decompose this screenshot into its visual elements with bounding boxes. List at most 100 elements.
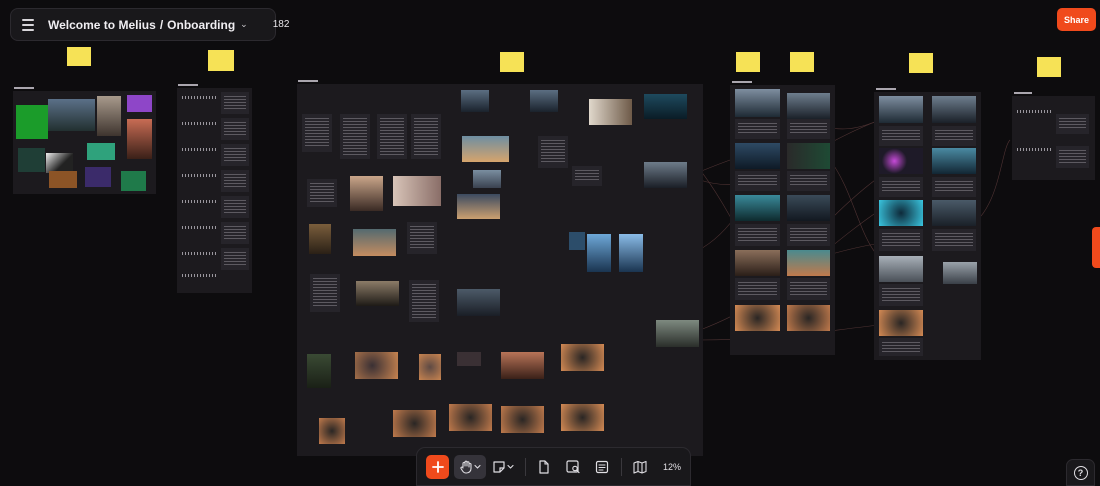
image-node[interactable] [644,162,687,188]
audio-waveform[interactable] [1017,110,1053,113]
image-node[interactable] [879,200,923,226]
map-tool-button[interactable] [628,455,652,479]
image-node[interactable] [87,143,115,160]
text-node[interactable] [879,177,923,197]
scenes-frame[interactable] [874,92,981,360]
text-node[interactable] [932,126,976,146]
image-node[interactable] [462,136,509,162]
breadcrumb-workspace[interactable]: Welcome to Melius [48,18,156,32]
document-tool-button[interactable] [532,455,556,479]
image-node[interactable] [97,96,121,136]
image-node[interactable] [419,354,441,380]
image-node[interactable] [501,406,544,433]
image-node[interactable] [353,229,396,256]
audio-frame[interactable] [1012,96,1095,180]
audio-waveform[interactable] [182,122,218,125]
image-node[interactable] [561,404,604,431]
image-node[interactable] [457,194,500,219]
audio-waveform[interactable] [182,174,218,177]
image-node[interactable] [735,195,780,221]
side-panel-tab[interactable] [1092,227,1100,268]
image-node[interactable] [449,404,492,431]
image-node[interactable] [943,262,977,284]
image-node[interactable] [18,148,45,172]
text-node[interactable] [572,166,602,186]
image-node[interactable] [457,289,500,316]
add-button[interactable] [426,454,449,479]
image-node[interactable] [589,99,632,125]
audio-waveform[interactable] [182,274,218,277]
image-node[interactable] [644,94,687,119]
text-node[interactable] [307,179,337,207]
share-button[interactable]: Share [1057,8,1096,31]
list-tool-button[interactable] [590,455,614,479]
text-node[interactable] [310,274,340,312]
image-node[interactable] [932,148,976,174]
text-node[interactable] [879,284,923,306]
image-node[interactable] [787,143,830,169]
sticky-note[interactable] [790,52,814,72]
text-node[interactable] [735,278,780,300]
image-node[interactable] [735,250,780,276]
image-search-tool-button[interactable] [561,455,585,479]
image-node[interactable] [85,167,111,187]
image-node[interactable] [735,305,780,331]
image-node[interactable] [879,256,923,282]
help-button[interactable]: ? [1066,459,1095,486]
image-node[interactable] [879,310,923,336]
audio-frame[interactable] [177,88,252,293]
text-node[interactable] [411,114,441,159]
image-node[interactable] [932,96,976,123]
image-node[interactable] [569,232,585,250]
image-node[interactable] [787,195,830,221]
image-node[interactable] [561,344,604,371]
text-node[interactable] [735,171,780,191]
text-node[interactable] [221,144,249,166]
image-node[interactable] [393,176,441,206]
image-node[interactable] [309,224,331,254]
sticky-note[interactable] [208,50,234,71]
image-node[interactable] [48,99,95,131]
text-node[interactable] [221,222,249,244]
audio-waveform[interactable] [182,148,218,151]
image-node[interactable] [461,90,489,112]
image-node[interactable] [787,93,830,119]
sticky-note[interactable] [909,53,933,73]
image-node[interactable] [879,148,923,174]
sticky-note[interactable] [500,52,524,72]
sticky-note[interactable] [736,52,760,72]
text-node[interactable] [221,196,249,218]
image-node[interactable] [356,281,399,306]
image-node[interactable] [127,119,152,159]
text-node[interactable] [221,248,249,270]
text-node[interactable] [735,119,780,139]
text-node[interactable] [932,177,976,197]
image-node[interactable] [393,410,436,437]
text-node[interactable] [879,338,923,356]
image-node[interactable] [879,96,923,123]
storyboard-frame[interactable] [730,85,835,355]
text-node[interactable] [538,136,568,168]
text-node[interactable] [377,114,407,159]
image-node[interactable] [735,89,780,117]
text-node[interactable] [1056,114,1089,134]
text-node[interactable] [879,229,923,251]
hand-tool-button[interactable] [454,454,486,479]
image-node[interactable] [457,352,481,366]
audio-waveform[interactable] [182,252,218,255]
text-node[interactable] [1056,146,1089,168]
workflow-frame[interactable] [297,84,703,456]
text-node[interactable] [407,222,437,254]
audio-waveform[interactable] [182,226,218,229]
text-node[interactable] [221,170,249,192]
image-node[interactable] [787,250,830,276]
image-node[interactable] [16,105,48,139]
menu-icon[interactable] [19,16,34,34]
image-node[interactable] [530,90,558,112]
text-node[interactable] [302,114,332,152]
image-node[interactable] [319,418,345,444]
image-node[interactable] [127,95,152,112]
breadcrumb-project[interactable]: Onboarding [167,18,235,32]
text-node[interactable] [340,114,370,159]
text-node[interactable] [879,126,923,146]
